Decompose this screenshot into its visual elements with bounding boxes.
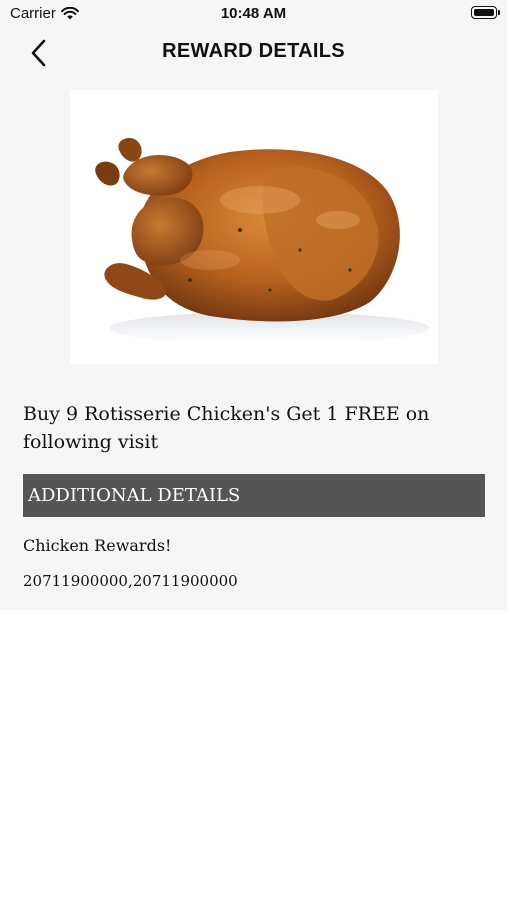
- reward-title: Buy 9 Rotisserie Chicken's Get 1 FREE on…: [23, 403, 430, 453]
- status-time: 10:48 AM: [220, 5, 287, 22]
- reward-codes: 20711900000,20711900000: [23, 572, 238, 590]
- battery-icon: [471, 6, 500, 19]
- page-title: REWARD DETAILS: [162, 40, 345, 62]
- reward-image: [70, 90, 438, 364]
- reward-name: Chicken Rewards!: [23, 536, 172, 555]
- additional-details-header: ADDITIONAL DETAILS: [23, 474, 485, 517]
- navigation-bar: REWARD DETAILS: [0, 28, 507, 78]
- rotisserie-chicken-image: [95, 137, 430, 344]
- status-bar: Carrier 10:48 AM: [0, 0, 507, 28]
